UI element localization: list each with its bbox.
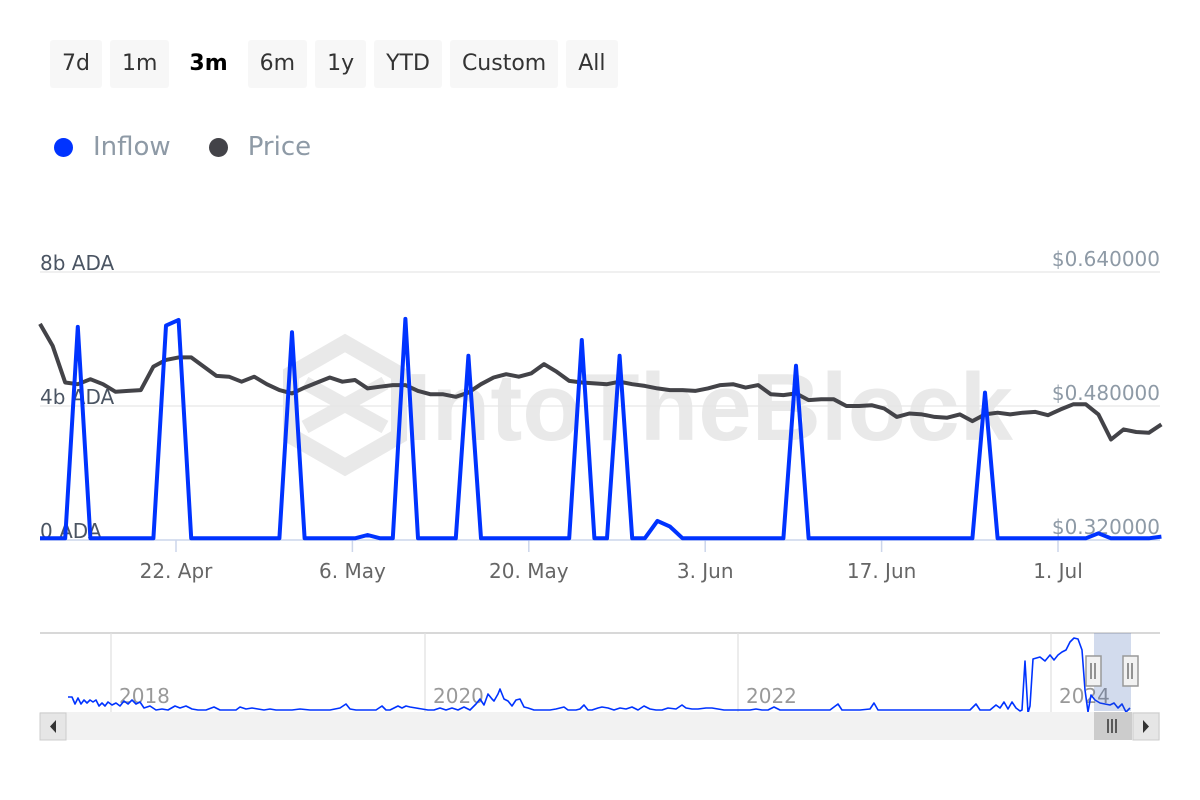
navigator: 2018 2020 2022 2024 [40, 632, 1160, 714]
x-tick-label: 17. Jun [847, 559, 916, 583]
scrollbar-right-button[interactable] [1132, 712, 1160, 741]
navigator-series-inflow [68, 637, 1131, 714]
scrollbar[interactable] [39, 712, 1160, 741]
y-right-tick-label: $0.480000 [1052, 381, 1160, 405]
y-left-tick-label: 8b ADA [40, 251, 115, 275]
x-tick-label: 1. Jul [1033, 559, 1083, 583]
x-tick-label: 6. May [319, 559, 386, 583]
navigator-handle-right[interactable] [1122, 655, 1139, 687]
navigator-year-grid: 2018 2020 2022 2024 [110, 633, 1110, 712]
y-left-tick-label: 4b ADA [40, 385, 115, 409]
scrollbar-track[interactable] [40, 712, 1160, 740]
watermark-text: IntoTheBlock [405, 354, 1014, 461]
navigator-year-label: 2018 [119, 684, 170, 708]
x-tick-label: 22. Apr [140, 559, 214, 583]
y-axis-right: $0.320000$0.480000$0.640000 [1052, 247, 1160, 539]
x-tick-label: 3. Jun [677, 559, 734, 583]
scrollbar-thumb[interactable] [1094, 712, 1132, 740]
y-right-tick-label: $0.640000 [1052, 247, 1160, 271]
chart-svg: IntoTheBlock 0 ADA4b ADA8b ADA $0.320000… [38, 247, 1163, 741]
x-axis-ticks: 22. Apr 6. May 20. May 3. Jun 17. Jun 1. Jul [140, 540, 1083, 583]
scrollbar-left-button[interactable] [39, 712, 67, 741]
navigator-handle-left[interactable] [1085, 655, 1102, 687]
navigator-year-label: 2022 [746, 684, 797, 708]
watermark-logo-icon [283, 333, 407, 477]
x-tick-label: 20. May [489, 559, 569, 583]
y-axis-left: 0 ADA4b ADA8b ADA [40, 251, 115, 543]
